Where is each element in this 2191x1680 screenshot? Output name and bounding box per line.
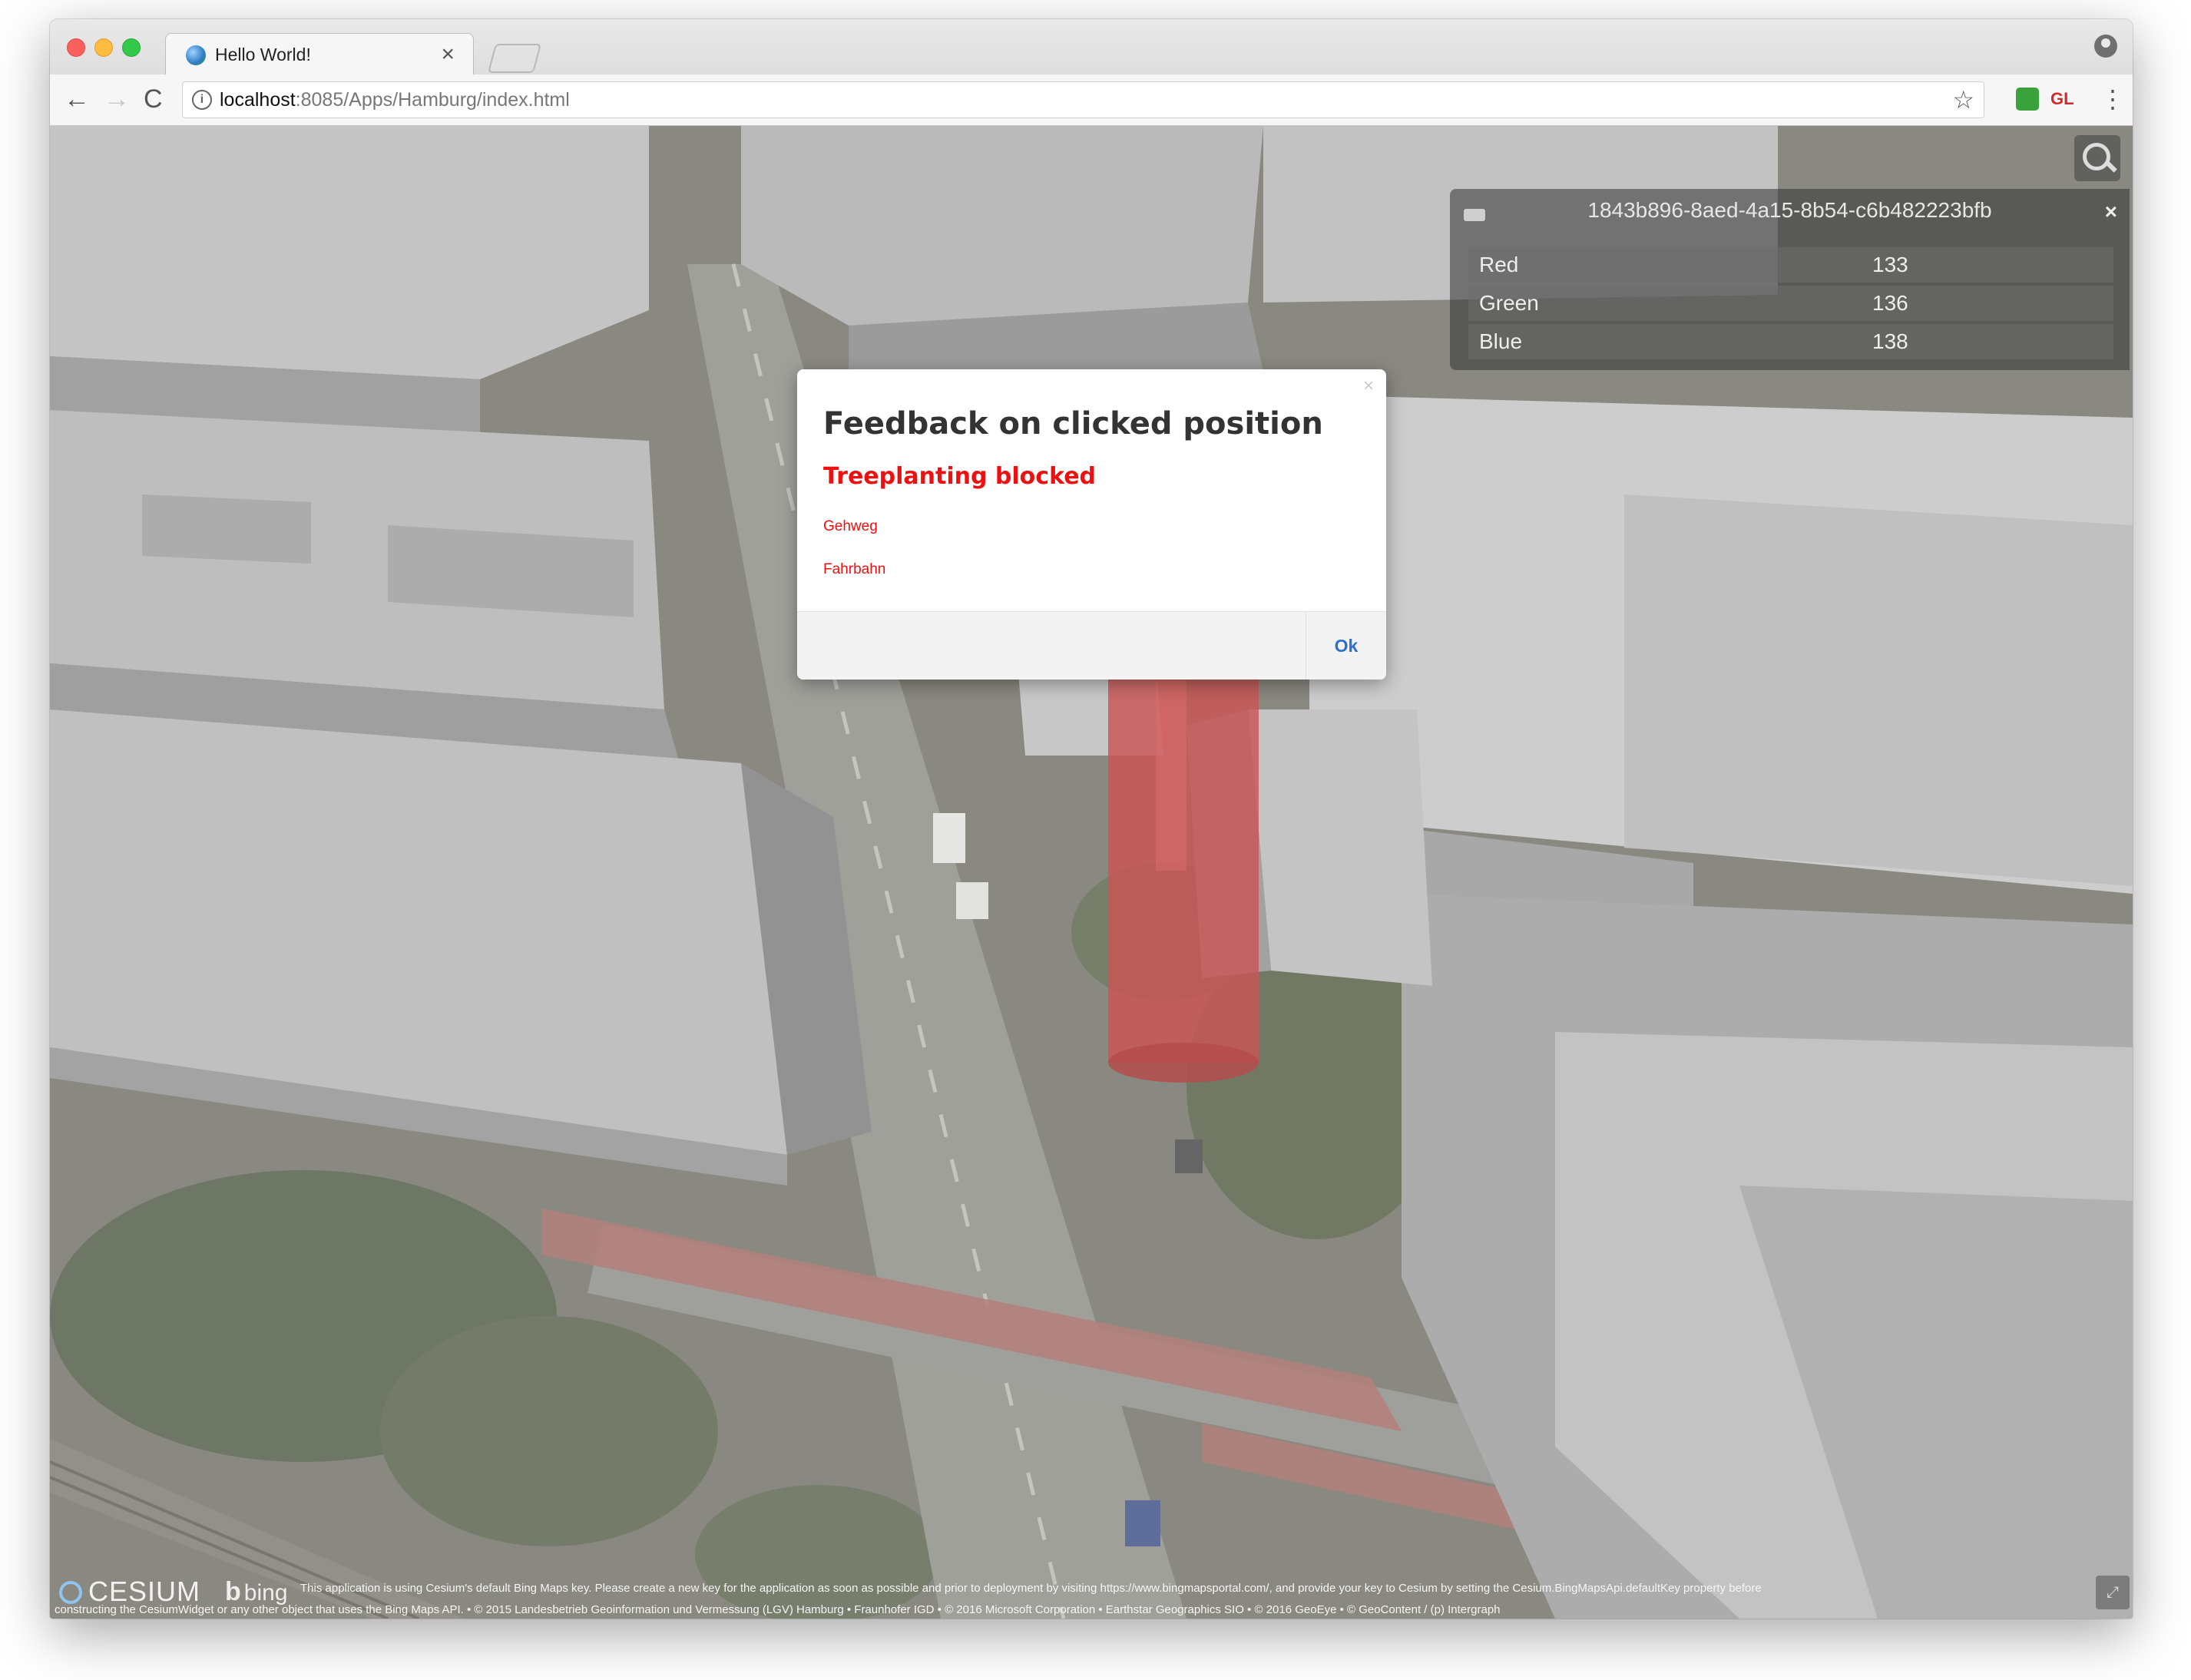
property-label: Green: [1468, 286, 1862, 321]
url-text[interactable]: localhost:8085/Apps/Hamburg/index.html: [220, 89, 570, 111]
bing-logo-icon: b: [225, 1577, 241, 1606]
url-host: localhost: [220, 89, 296, 111]
camera-icon[interactable]: [1464, 209, 1485, 221]
credit-text-line-2: constructing the CesiumWidget or any oth…: [55, 1603, 1501, 1616]
cesium-logo-text: CESIUM: [88, 1576, 201, 1607]
browser-tab[interactable]: Hello World! ×: [165, 33, 474, 75]
site-info-icon[interactable]: i: [192, 90, 212, 110]
profile-icon[interactable]: [2094, 35, 2117, 58]
dialog-close-icon[interactable]: ×: [1363, 375, 1374, 397]
infobox-title: 1843b896-8aed-4a15-8b54-c6b482223bfb: [1587, 198, 1992, 222]
forward-arrow-icon[interactable]: →: [104, 84, 130, 114]
browser-window: Hello World! × ← → C i localhost:8085/Ap…: [50, 19, 2133, 1619]
property-value: 138: [1862, 324, 2113, 359]
feedback-dialog: × Feedback on clicked position Treeplant…: [797, 369, 1386, 680]
reason-item: Fahrbahn: [823, 561, 886, 577]
table-row: Blue 138: [1468, 324, 2113, 359]
tab-bar: Hello World! ×: [50, 19, 2133, 75]
extension-gl-icon[interactable]: GL: [2050, 88, 2074, 111]
bing-logo-text: bing: [243, 1580, 288, 1606]
search-icon[interactable]: [2074, 135, 2120, 181]
infobox-close-icon[interactable]: ×: [2105, 200, 2117, 224]
cesium-viewer[interactable]: 1843b896-8aed-4a15-8b54-c6b482223bfb × R…: [50, 126, 2133, 1619]
minimize-window-button[interactable]: [94, 38, 113, 57]
reason-item: Gehweg: [823, 518, 878, 534]
extension-icon[interactable]: [2016, 88, 2039, 111]
fullscreen-icon[interactable]: ⤢: [2096, 1576, 2130, 1609]
dialog-status: Treeplanting blocked: [823, 463, 1097, 490]
table-row: Green 136: [1468, 286, 2113, 321]
browser-menu-icon[interactable]: ⋮: [2100, 84, 2125, 114]
url-path: :8085/Apps/Hamburg/index.html: [295, 89, 570, 111]
zoom-window-button[interactable]: [122, 38, 141, 57]
property-label: Blue: [1468, 324, 1862, 359]
new-tab-button[interactable]: [487, 44, 542, 73]
reload-icon[interactable]: C: [144, 84, 163, 114]
tab-close-icon[interactable]: ×: [441, 41, 455, 68]
browser-toolbar: ← → C i localhost:8085/Apps/Hamburg/inde…: [50, 74, 2133, 126]
credit-text-line-1: This application is using Cesium's defau…: [300, 1582, 1762, 1595]
back-arrow-icon[interactable]: ←: [64, 84, 90, 114]
property-value: 133: [1862, 247, 2113, 283]
tab-title: Hello World!: [215, 45, 311, 64]
table-row: Red 133: [1468, 247, 2113, 283]
cesium-logo-icon: [59, 1581, 82, 1604]
selection-infobox: 1843b896-8aed-4a15-8b54-c6b482223bfb × R…: [1450, 189, 2130, 370]
ok-button[interactable]: Ok: [1306, 612, 1386, 680]
infobox-table: Red 133 Green 136 Blue 138: [1468, 244, 2113, 362]
bookmark-star-icon[interactable]: ☆: [1952, 85, 1974, 114]
dialog-title: Feedback on clicked position: [823, 406, 1323, 441]
property-label: Red: [1468, 247, 1862, 283]
close-window-button[interactable]: [67, 38, 85, 57]
address-bar[interactable]: i localhost:8085/Apps/Hamburg/index.html…: [182, 81, 1984, 118]
favicon-icon: [186, 45, 206, 65]
credits-bar: CESIUM b bing This application is using C…: [55, 1576, 2097, 1619]
dialog-footer: Ok: [797, 611, 1386, 680]
property-value: 136: [1862, 286, 2113, 321]
